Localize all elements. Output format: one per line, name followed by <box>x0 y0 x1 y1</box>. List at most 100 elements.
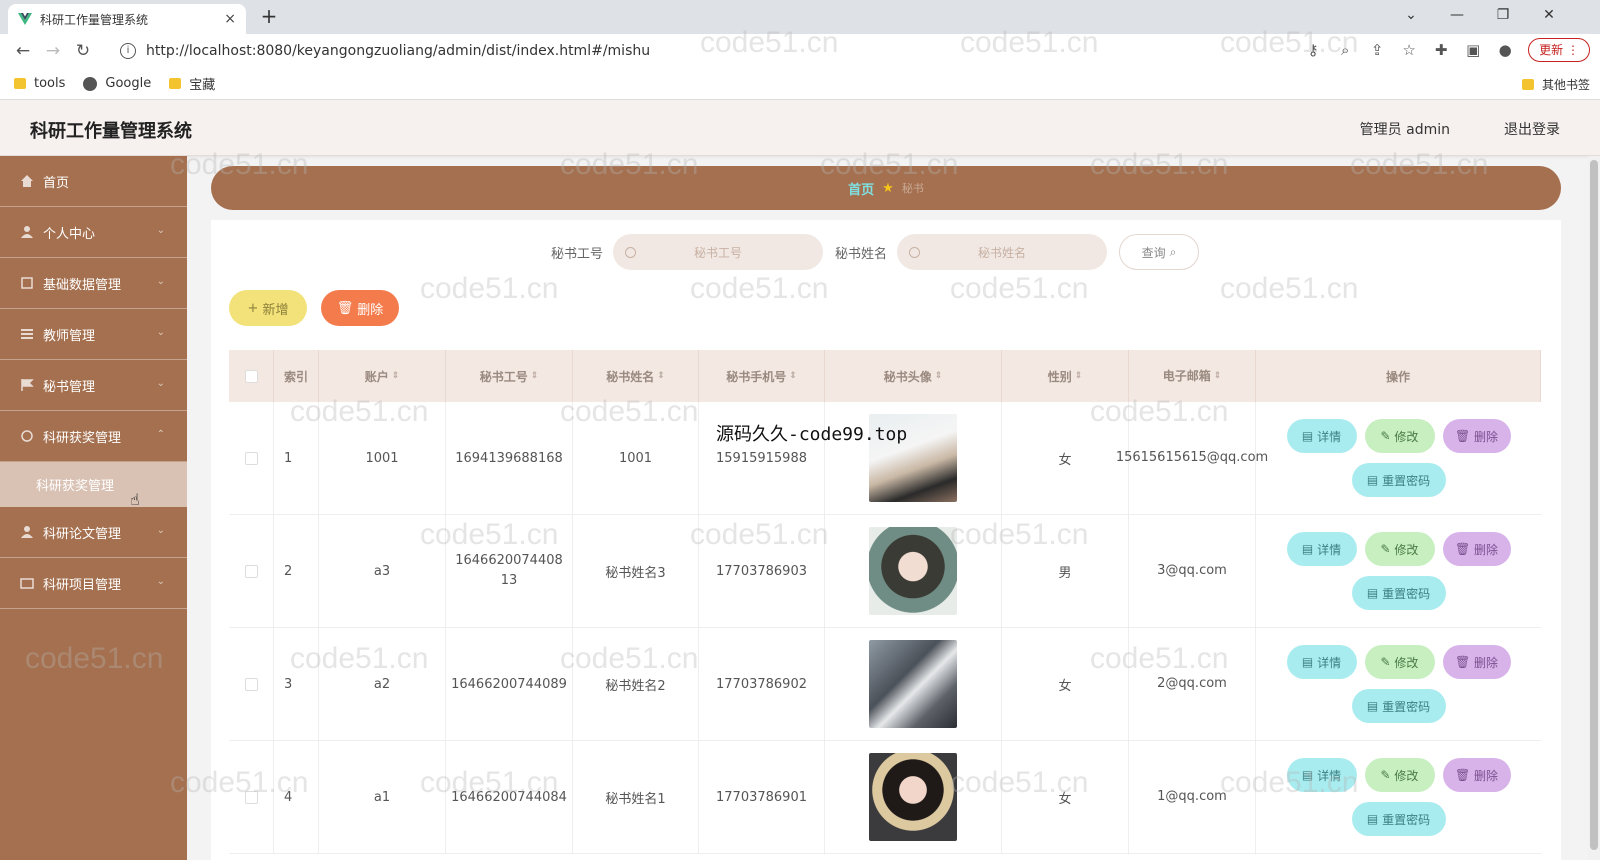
sidebar: 首页 个人中心 ⌄ 基础数据管理 ⌄ 教师管理 ⌄ 秘书管理 ⌄ 科研获奖管理 … <box>0 156 187 860</box>
address-bar[interactable]: i http://localhost:8080/keyangongzuolian… <box>110 37 1290 65</box>
home-icon <box>21 175 33 187</box>
row-checkbox-cell <box>229 741 274 853</box>
cell-ops: ▤ 详情 ✎ 修改 🗑 删除 ▤ 重置密码 <box>1256 515 1541 627</box>
browser-toolbar: ← → ↻ i http://localhost:8080/keyangongz… <box>0 34 1600 68</box>
cell-avatar <box>825 628 1002 740</box>
reset-password-button[interactable]: ▤ 重置密码 <box>1351 689 1446 723</box>
header-account[interactable]: 账户 ⇕ <box>319 350 446 402</box>
edit-label: 修改 <box>1394 655 1419 670</box>
database-icon <box>21 277 33 289</box>
breadcrumb-home[interactable]: 首页 <box>848 179 874 198</box>
sidebar-item-personal[interactable]: 个人中心 ⌄ <box>0 207 187 258</box>
header-sex[interactable]: 性别 ⇕ <box>1002 350 1129 402</box>
scroll-thumb[interactable] <box>1590 160 1598 850</box>
edit-button[interactable]: ✎ 修改 <box>1364 758 1435 792</box>
detail-label: 详情 <box>1317 768 1342 783</box>
detail-label: 详情 <box>1317 655 1342 670</box>
chevron-down-icon: ⌄ <box>156 525 165 536</box>
ops-line: ▤ 详情 ✎ 修改 🗑 删除 <box>1286 419 1511 453</box>
reset-password-button[interactable]: ▤ 重置密码 <box>1351 463 1446 497</box>
reset-password-button[interactable]: ▤ 重置密码 <box>1351 576 1446 610</box>
cell-index: 3 <box>274 628 319 740</box>
edit-button[interactable]: ✎ 修改 <box>1364 419 1435 453</box>
cell-phone: 17703786902 <box>699 628 825 740</box>
header-ops: 操作 <box>1256 350 1541 402</box>
sidebar-item-paper[interactable]: 科研论文管理 ⌄ <box>0 507 187 558</box>
star-icon[interactable]: ☆ <box>1400 41 1418 59</box>
select-all-checkbox[interactable] <box>244 369 258 383</box>
plus-icon: + <box>247 300 259 316</box>
window-close-button[interactable]: ✕ <box>1526 0 1572 30</box>
sidebar-item-teacher[interactable]: 教师管理 ⌄ <box>0 309 187 360</box>
forward-icon[interactable]: → <box>38 41 68 61</box>
site-info-icon[interactable]: i <box>120 43 136 59</box>
cell-index: 2 <box>274 515 319 627</box>
detail-button[interactable]: ▤ 详情 <box>1286 532 1357 566</box>
profile-icon[interactable]: ● <box>1496 41 1514 59</box>
table-header: 索引 账户 ⇕ 秘书工号 ⇕ 秘书姓名 ⇕ 秘书手机号 ⇕ 秘书头像 ⇕ 性别 ⇕ 电子邮箱… <box>229 350 1541 402</box>
table-row: 1 1001 1694139688168 1001 15915915988 女 … <box>229 402 1541 515</box>
logout-button[interactable]: 退出登录 <box>1504 119 1560 139</box>
doc-icon: ▤ <box>1366 699 1383 713</box>
sidebar-item-home[interactable]: 首页 <box>0 156 187 207</box>
header-no[interactable]: 秘书工号 ⇕ <box>446 350 573 402</box>
browser-tab[interactable]: 科研工作量管理系统 × <box>8 4 246 34</box>
delete-button[interactable]: 🗑 删除 <box>1442 419 1511 453</box>
detail-button[interactable]: ▤ 详情 <box>1286 419 1357 453</box>
cell-sex: 女 <box>1002 741 1129 853</box>
zoom-icon[interactable]: ⌕ <box>1336 41 1354 59</box>
sidebar-item-award[interactable]: 科研获奖管理 ⌃ <box>0 411 187 462</box>
close-tab-icon[interactable]: × <box>224 11 236 27</box>
share-icon[interactable]: ⇪ <box>1368 41 1386 59</box>
back-icon[interactable]: ← <box>8 41 38 61</box>
batch-delete-button[interactable]: 🗑 删除 <box>321 290 399 326</box>
row-checkbox[interactable] <box>244 790 258 804</box>
minimize-button[interactable]: — <box>1434 0 1480 30</box>
sidebar-subitem-award-manage[interactable]: 科研获奖管理 ☝ <box>0 462 187 509</box>
header-name[interactable]: 秘书姓名 ⇕ <box>573 350 699 402</box>
header-email[interactable]: 电子邮箱 ⇕ <box>1129 350 1256 402</box>
new-tab-button[interactable]: + <box>256 4 282 30</box>
key-icon[interactable]: ⚷ <box>1304 41 1322 59</box>
delete-button[interactable]: 🗑 删除 <box>1442 645 1511 679</box>
add-label: 新增 <box>262 302 289 318</box>
cell-ops: ▤ 详情 ✎ 修改 🗑 删除 ▤ 重置密码 <box>1256 741 1541 853</box>
reload-icon[interactable]: ↻ <box>68 41 98 61</box>
row-checkbox[interactable] <box>244 677 258 691</box>
delete-button[interactable]: 🗑 删除 <box>1442 532 1511 566</box>
tab-search-icon[interactable]: ⌄ <box>1388 0 1434 30</box>
delete-button[interactable]: 🗑 删除 <box>1442 758 1511 792</box>
header-avatar[interactable]: 秘书头像 ⇕ <box>825 350 1002 402</box>
query-button[interactable]: 查询 ⌕ <box>1119 234 1200 270</box>
reset-label: 重置密码 <box>1382 473 1431 488</box>
edit-button[interactable]: ✎ 修改 <box>1364 645 1435 679</box>
sidebar-item-basic-data[interactable]: 基础数据管理 ⌄ <box>0 258 187 309</box>
sidepanel-icon[interactable]: ▣ <box>1464 41 1482 59</box>
header-phone[interactable]: 秘书手机号 ⇕ <box>699 350 825 402</box>
reset-label: 重置密码 <box>1382 699 1431 714</box>
add-button[interactable]: + 新增 <box>229 290 307 326</box>
row-checkbox[interactable] <box>244 564 258 578</box>
extensions-icon[interactable]: ✚ <box>1432 41 1450 59</box>
header-label: 秘书姓名 <box>606 369 655 384</box>
edit-button[interactable]: ✎ 修改 <box>1364 532 1435 566</box>
sidebar-item-secretary[interactable]: 秘书管理 ⌄ <box>0 360 187 411</box>
cell-name: 1001 <box>573 402 699 514</box>
cell-ops: ▤ 详情 ✎ 修改 🗑 删除 ▤ 重置密码 <box>1256 402 1541 514</box>
chevron-down-icon: ⌄ <box>156 327 165 338</box>
trash-icon: 🗑 <box>336 300 354 316</box>
row-checkbox[interactable] <box>244 451 258 465</box>
folder-icon <box>1521 79 1534 90</box>
bookmark-treasure[interactable]: 宝藏 <box>169 74 215 93</box>
search-no-input[interactable]: 秘书工号 <box>613 234 824 270</box>
bookmark-tools[interactable]: tools <box>14 76 65 91</box>
update-button[interactable]: 更新 ⋮ <box>1528 38 1590 62</box>
detail-button[interactable]: ▤ 详情 <box>1286 645 1357 679</box>
restore-button[interactable]: ❐ <box>1480 0 1526 30</box>
sidebar-item-project[interactable]: 科研项目管理 ⌄ <box>0 558 187 609</box>
reset-password-button[interactable]: ▤ 重置密码 <box>1351 802 1446 836</box>
detail-button[interactable]: ▤ 详情 <box>1286 758 1357 792</box>
search-name-input[interactable]: 秘书姓名 <box>897 234 1108 270</box>
other-bookmarks[interactable]: 其他书签 <box>1521 76 1590 93</box>
bookmark-google[interactable]: Google <box>83 76 151 91</box>
